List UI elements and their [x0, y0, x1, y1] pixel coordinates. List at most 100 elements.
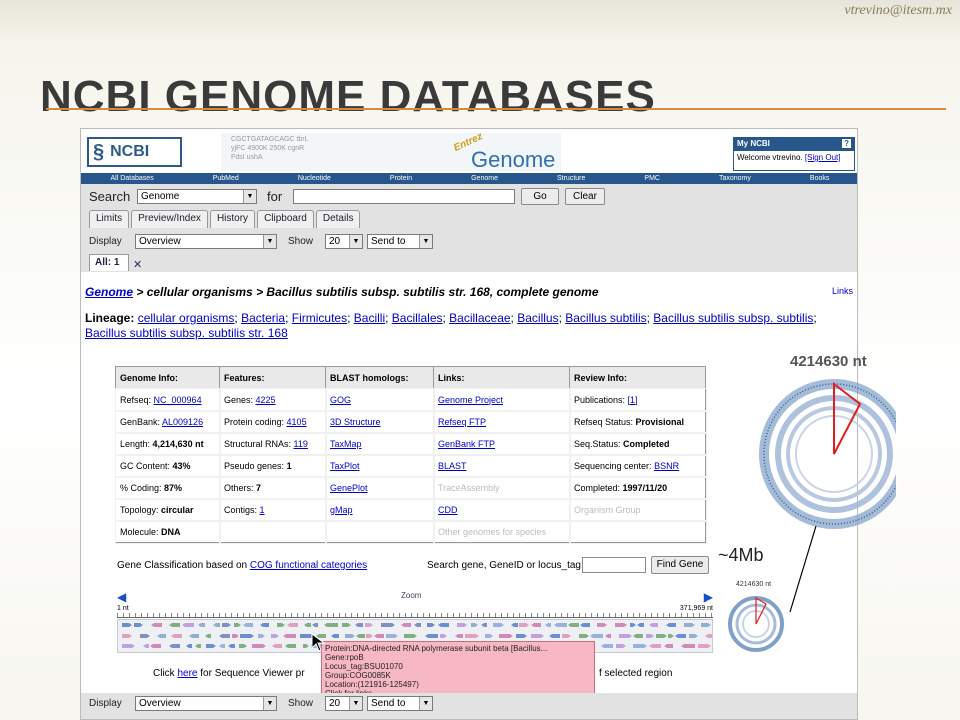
lineage-link[interactable]: Firmicutes — [292, 311, 347, 325]
show-count-select[interactable]: 20 ▼ — [325, 234, 363, 249]
tab-all[interactable]: All: 1 — [89, 254, 129, 271]
cdd-link[interactable]: CDD — [438, 505, 458, 515]
refseq-ftp-link[interactable]: Refseq FTP — [438, 417, 486, 427]
lineage-link[interactable]: Bacillales — [392, 311, 443, 325]
nav-taxonomy[interactable]: Taxonomy — [719, 175, 751, 182]
sign-out-link[interactable]: [Sign Out] — [805, 153, 841, 162]
contigs-link[interactable]: 1 — [260, 505, 265, 515]
lineage-link[interactable]: Bacillus subtilis subsp. subtilis — [653, 311, 813, 325]
gene-arrow — [355, 623, 363, 627]
gog-link[interactable]: GOG — [330, 395, 351, 405]
gene-arrow — [516, 634, 527, 638]
nav-nucleotide[interactable]: Nucleotide — [298, 175, 331, 182]
genes-link[interactable]: 4225 — [256, 395, 276, 405]
wrench-icon[interactable]: ✕ — [133, 258, 142, 271]
gene-arrow — [568, 623, 579, 627]
ncbi-logo[interactable]: § NCBI — [87, 137, 182, 167]
chevron-down-icon: ▼ — [419, 235, 432, 248]
col-header: Links: — [433, 366, 570, 389]
col-header: BLAST homologs: — [325, 366, 434, 389]
search-tabs: Limits Preview/Index History Clipboard D… — [89, 210, 361, 228]
taxmap-link[interactable]: TaxMap — [330, 439, 362, 449]
protein-coding-link[interactable]: 4105 — [287, 417, 307, 427]
nav-pubmed[interactable]: PubMed — [213, 175, 239, 182]
gene-arrow — [324, 623, 338, 627]
database-select[interactable]: Genome ▼ — [137, 189, 257, 204]
circular-genome-map-small: 4214630 nt — [728, 581, 784, 652]
gene-arrow — [404, 634, 417, 638]
nav-structure[interactable]: Structure — [557, 175, 585, 182]
tab-details[interactable]: Details — [315, 210, 361, 228]
nav-genome[interactable]: Genome — [471, 175, 498, 182]
lineage-link[interactable]: Bacillus subtilis subsp. subtilis str. 1… — [85, 326, 288, 340]
lineage-link[interactable]: Bacilli — [354, 311, 385, 325]
lineage-link[interactable]: Bacillus subtilis — [565, 311, 646, 325]
genome-project-link[interactable]: Genome Project — [438, 395, 503, 405]
publications-link[interactable]: [1] — [628, 395, 638, 405]
lineage-link[interactable]: Bacillus — [517, 311, 558, 325]
tab-preview-index[interactable]: Preview/Index — [131, 210, 208, 228]
lineage-link[interactable]: Bacteria — [241, 311, 285, 325]
go-button[interactable]: Go — [521, 188, 559, 205]
scale-end: 371,969 nt — [679, 605, 713, 612]
tab-limits[interactable]: Limits — [89, 210, 130, 228]
here-link[interactable]: here — [177, 668, 197, 679]
find-gene-button[interactable]: Find Gene — [651, 556, 709, 574]
gmap-link[interactable]: gMap — [330, 505, 353, 515]
mouse-cursor-icon — [311, 633, 326, 652]
cog-categories-link[interactable]: COG functional categories — [250, 560, 367, 571]
scroll-left-icon[interactable]: ◀ — [117, 590, 126, 604]
tab-clipboard[interactable]: Clipboard — [257, 210, 314, 228]
send-to-select[interactable]: Send to ▼ — [367, 234, 433, 249]
structural-rnas-link[interactable]: 119 — [294, 439, 308, 449]
show-count-select[interactable]: 20 ▼ — [325, 696, 363, 711]
table-row: GC Content: 43% Pseudo genes: 1 TaxPlot … — [114, 453, 707, 478]
bsnr-link[interactable]: BSNR — [654, 461, 679, 471]
nav-books[interactable]: Books — [810, 175, 829, 182]
gene-arrow — [705, 634, 712, 638]
lineage-link[interactable]: cellular organisms — [138, 311, 235, 325]
gene-arrow — [438, 623, 449, 627]
gene-arrow — [649, 644, 661, 648]
send-to-select[interactable]: Send to ▼ — [367, 696, 433, 711]
for-label: for — [267, 189, 283, 204]
display-select[interactable]: Overview ▼ — [135, 234, 277, 249]
zoom-row: ◀ Zoom ▶ — [117, 590, 713, 604]
clear-button[interactable]: Clear — [565, 188, 605, 205]
scale-start: 1 nt — [117, 605, 129, 612]
gene-arrow — [182, 623, 194, 627]
geneplot-link[interactable]: GenePlot — [330, 483, 368, 493]
3d-structure-link[interactable]: 3D Structure — [330, 417, 381, 427]
nav-all-databases[interactable]: All Databases — [111, 175, 154, 182]
breadcrumb-genome-link[interactable]: Genome — [85, 285, 133, 299]
gene-arrow — [151, 623, 162, 627]
gene-arrow — [272, 644, 282, 648]
scroll-right-icon[interactable]: ▶ — [704, 590, 713, 604]
nav-protein[interactable]: Protein — [390, 175, 412, 182]
gene-arrow — [701, 623, 711, 627]
tab-history[interactable]: History — [209, 210, 256, 228]
nav-pmc[interactable]: PMC — [644, 175, 660, 182]
table-cell: BLAST — [432, 453, 571, 478]
gene-arrow — [427, 623, 435, 627]
table-cell: TaxMap — [324, 431, 435, 456]
genbank-ftp-link[interactable]: GenBank FTP — [438, 439, 495, 449]
refseq-link[interactable]: NC_000964 — [154, 395, 202, 405]
gene-arrow — [689, 634, 698, 638]
search-input[interactable] — [293, 189, 515, 204]
slide-top-band — [0, 0, 960, 40]
taxplot-link[interactable]: TaxPlot — [330, 461, 360, 471]
gene-search-input[interactable] — [582, 557, 646, 573]
show-label: Show — [288, 236, 314, 247]
help-icon[interactable]: ? — [842, 139, 851, 148]
links-link[interactable]: Links — [832, 286, 853, 296]
display-select[interactable]: Overview ▼ — [135, 696, 277, 711]
zoom-label[interactable]: Zoom — [401, 591, 421, 600]
blast-link[interactable]: BLAST — [438, 461, 467, 471]
col-header: Genome Info: — [115, 366, 220, 389]
lineage-link[interactable]: Bacillaceae — [449, 311, 510, 325]
search-bar: Search Genome ▼ for Go Clear Limits Previ… — [81, 184, 857, 232]
genbank-link[interactable]: AL009126 — [162, 417, 203, 427]
table-row: Topology: circular Contigs: 1 gMap CDD O… — [114, 497, 707, 522]
gene-arrow — [186, 644, 192, 648]
